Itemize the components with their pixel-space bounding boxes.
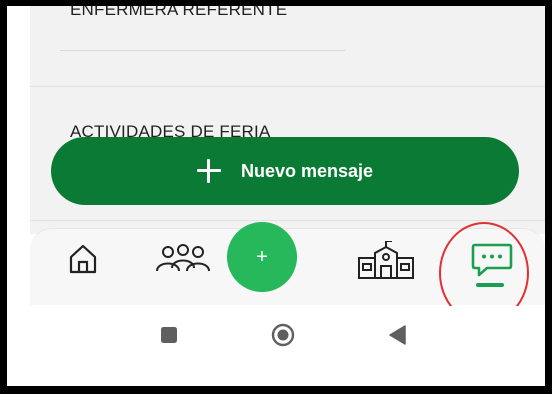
- plus-icon: +: [256, 245, 268, 268]
- new-message-button[interactable]: Nuevo mensaje: [51, 137, 519, 205]
- section-underline: [60, 50, 345, 51]
- chat-icon: [471, 243, 513, 277]
- school-icon: [358, 241, 414, 279]
- section-title-nurse: ENFERMERA REFERENTE: [70, 6, 288, 19]
- app-screen: ENFERMERA REFERENTE ACTIVIDADES DE FERIA…: [7, 6, 545, 386]
- system-navigation-bar: [7, 306, 545, 386]
- divider: [30, 220, 545, 221]
- active-tab-indicator: [476, 283, 504, 287]
- circle-icon: [271, 323, 295, 347]
- add-button[interactable]: +: [227, 222, 297, 292]
- home-system-button[interactable]: [271, 323, 295, 352]
- square-icon: [161, 327, 177, 343]
- new-message-label: Nuevo mensaje: [240, 160, 374, 181]
- recents-button[interactable]: [160, 326, 178, 349]
- nav-school[interactable]: [356, 241, 416, 297]
- nav-family[interactable]: [153, 241, 213, 297]
- divider: [30, 86, 545, 87]
- nav-home[interactable]: [53, 241, 113, 297]
- back-button[interactable]: [388, 325, 406, 350]
- nav-messages[interactable]: [462, 241, 522, 297]
- plus-icon: [196, 159, 221, 183]
- users-group-icon: [156, 244, 210, 272]
- home-icon: [69, 244, 97, 274]
- back-triangle-icon: [389, 325, 406, 345]
